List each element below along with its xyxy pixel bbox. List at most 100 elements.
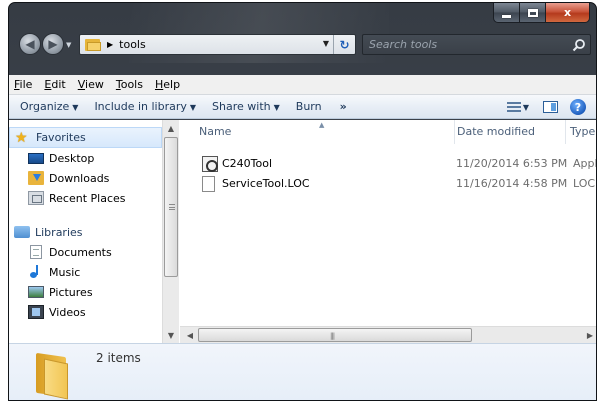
file-list: ▲ Name Date modified Type C240Tool 11/20… (180, 120, 596, 343)
organize-button[interactable]: Organize ▼ (12, 95, 86, 119)
nav-downloads[interactable]: Downloads (9, 168, 162, 188)
folder-icon (36, 352, 76, 400)
back-button[interactable]: ◀ (19, 33, 41, 55)
search-input[interactable]: Search tools (369, 38, 437, 51)
close-button[interactable]: x (546, 3, 590, 23)
nav-favorites[interactable]: ★ Favorites (9, 127, 162, 148)
menu-tools[interactable]: Tools (110, 75, 149, 95)
menu-help-mnemonic: H (154, 77, 164, 91)
help-icon[interactable]: ? (570, 99, 586, 115)
menu-edit[interactable]: Edit (38, 75, 71, 95)
desktop-icon (28, 153, 44, 164)
chevron-down-icon: ▼ (189, 102, 197, 112)
recent-places-icon (28, 191, 44, 205)
menu-view[interactable]: View (72, 75, 110, 95)
recent-pages-dropdown[interactable]: ▼ (66, 41, 71, 49)
documents-icon (30, 245, 42, 259)
scroll-up-icon[interactable]: ▲ (163, 120, 179, 136)
burn-label: Burn (295, 99, 322, 113)
navigation-bar: ◀ ▶ ▼ ▶ tools ▼ ↻ Search tools (9, 29, 596, 59)
nav-music-label: Music (49, 265, 81, 279)
menu-view-label: iew (85, 77, 104, 91)
share-with-label: Share with (212, 99, 271, 113)
nav-music[interactable]: Music (9, 262, 162, 282)
maximize-icon (527, 8, 538, 17)
chevron-down-icon: ▼ (273, 102, 280, 112)
sort-ascending-icon: ▲ (319, 121, 325, 129)
close-icon: x (563, 6, 572, 19)
nav-desktop[interactable]: Desktop (9, 148, 162, 168)
explorer-window: x ◀ ▶ ▼ ▶ tools ▼ ↻ Search tools File Ed… (8, 2, 597, 401)
share-with-button[interactable]: Share with ▼ (204, 95, 288, 119)
forward-button[interactable]: ▶ (42, 33, 64, 55)
file-icon (202, 176, 215, 192)
maximize-button[interactable] (520, 3, 546, 23)
caption-buttons: x (493, 3, 590, 23)
file-name: ServiceTool.LOC (222, 177, 310, 190)
scrollbar-thumb[interactable]: ||| (198, 328, 472, 342)
file-date-modified: 11/16/2014 4:58 PM (456, 177, 568, 190)
back-arrow-icon: ◀ (25, 37, 35, 51)
burn-button[interactable]: Burn (288, 95, 330, 119)
menu-edit-label: dit (51, 77, 66, 91)
scrollbar-thumb[interactable] (164, 137, 178, 277)
nav-downloads-label: Downloads (49, 171, 110, 185)
search-icon[interactable] (572, 38, 586, 52)
navigation-pane: ★ Favorites Desktop Downloads Recent Pla… (9, 120, 162, 343)
search-box[interactable]: Search tools (362, 34, 591, 55)
details-pane: 2 items (9, 343, 596, 400)
breadcrumb-separator-icon[interactable]: ▶ (107, 40, 113, 49)
file-date-modified: 11/20/2014 6:53 PM (456, 157, 568, 170)
change-view-icon[interactable] (506, 102, 521, 112)
address-dropdown-icon[interactable]: ▼ (323, 39, 329, 48)
view-options-dropdown-icon[interactable]: ▼ (523, 103, 529, 112)
nav-libraries-label: Libraries (35, 225, 83, 239)
file-type: Appli (573, 157, 596, 170)
menu-help[interactable]: Help (149, 75, 186, 95)
nav-libraries[interactable]: Libraries (9, 222, 162, 242)
file-type: LOC F (573, 177, 596, 190)
preview-pane-icon[interactable] (543, 101, 558, 113)
scroll-right-icon[interactable]: ▶ (582, 327, 596, 343)
grip-icon: ||| (330, 332, 335, 340)
nav-documents[interactable]: Documents (9, 242, 162, 262)
file-list-horizontal-scrollbar[interactable]: ◀ ||| ▶ (180, 326, 596, 343)
nav-videos[interactable]: Videos (9, 302, 162, 322)
file-row[interactable]: C240Tool 11/20/2014 6:53 PM Appli (180, 154, 596, 174)
minimize-button[interactable] (493, 3, 520, 23)
nav-pictures[interactable]: Pictures (9, 282, 162, 302)
nav-pictures-label: Pictures (49, 285, 93, 299)
command-bar: Organize ▼ Include in library ▼ Share with… (9, 95, 596, 119)
menu-file-label: ile (19, 77, 33, 91)
refresh-button[interactable]: ↻ (333, 35, 355, 54)
nav-videos-label: Videos (49, 305, 86, 319)
column-headers: ▲ Name Date modified Type (180, 120, 596, 144)
chevron-down-icon: ▼ (72, 102, 79, 112)
column-header-name[interactable]: Name (199, 120, 231, 144)
folder-icon (85, 38, 101, 51)
column-header-date-modified[interactable]: Date modified (454, 120, 535, 144)
address-bar[interactable]: ▶ tools ▼ ↻ (79, 34, 356, 55)
navigation-pane-scrollbar[interactable]: ▲ ▼ (162, 120, 179, 343)
menu-file[interactable]: File (9, 75, 38, 95)
content-area: ★ Favorites Desktop Downloads Recent Pla… (9, 120, 596, 343)
menu-bar: File Edit View Tools Help (9, 75, 596, 95)
libraries-icon (14, 226, 30, 238)
nav-recent-places[interactable]: Recent Places (9, 188, 162, 208)
more-commands-button[interactable]: » (330, 95, 357, 119)
forward-arrow-icon: ▶ (48, 37, 58, 51)
column-header-type[interactable]: Type (565, 120, 595, 144)
breadcrumb-tools[interactable]: tools (119, 38, 146, 51)
music-icon (28, 265, 44, 279)
scroll-down-icon[interactable]: ▼ (163, 327, 179, 343)
file-row[interactable]: ServiceTool.LOC 11/16/2014 4:58 PM LOC F (180, 174, 596, 194)
minimize-icon (502, 14, 511, 18)
star-icon: ★ (15, 129, 28, 146)
menu-help-label: elp (163, 77, 181, 91)
menu-view-mnemonic: V (77, 77, 86, 91)
include-in-library-button[interactable]: Include in library ▼ (86, 95, 204, 119)
command-bar-right: ▼ ? (506, 95, 596, 119)
scroll-left-icon[interactable]: ◀ (182, 327, 198, 343)
nav-desktop-label: Desktop (49, 151, 95, 165)
